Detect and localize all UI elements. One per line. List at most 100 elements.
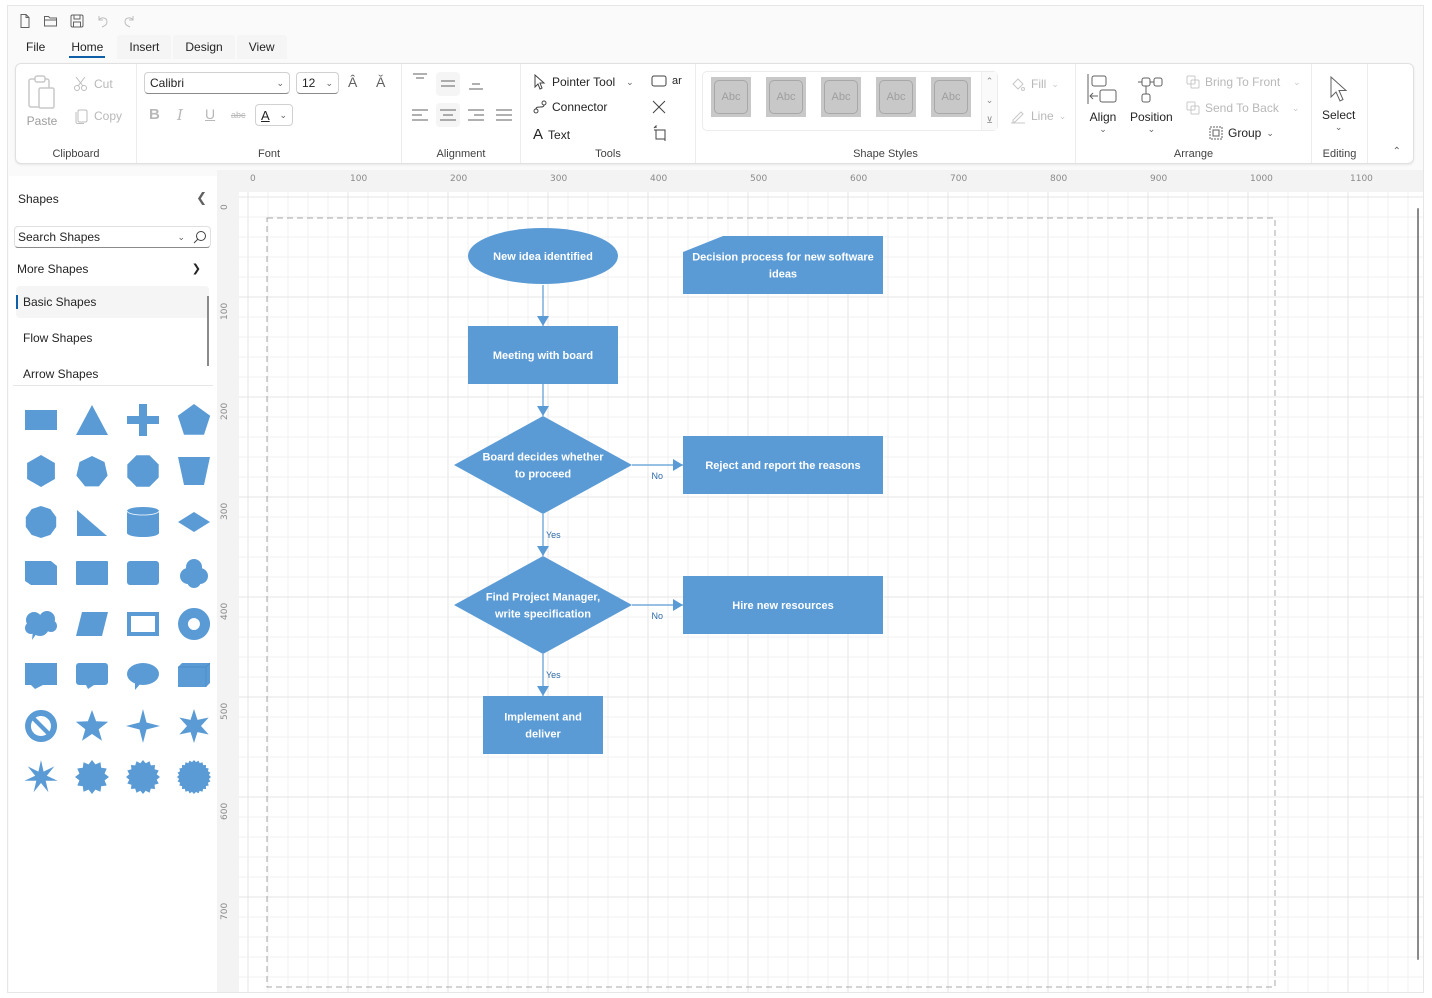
position-button[interactable]: Position ⌄ xyxy=(1130,72,1173,135)
align-right-icon[interactable] xyxy=(466,107,486,123)
shape-cloud[interactable] xyxy=(168,547,219,598)
shape-rectangle-2[interactable] xyxy=(66,547,117,598)
shape-frame[interactable] xyxy=(117,598,168,649)
expand-gallery-icon[interactable]: ⊻ xyxy=(986,115,993,126)
group-button[interactable]: Group ⌄ xyxy=(1209,126,1274,140)
font-family-select[interactable]: Calibri ⌄ xyxy=(144,72,290,94)
chevron-up-icon[interactable]: ⌃ xyxy=(986,76,994,87)
vertical-scrollbar[interactable] xyxy=(1417,208,1419,960)
shape-star-4[interactable] xyxy=(117,700,168,751)
shape-parallelogram[interactable] xyxy=(66,598,117,649)
cube-icon xyxy=(177,662,210,687)
shape-octagon[interactable] xyxy=(117,445,168,496)
more-shapes-item[interactable]: More Shapes ❯ xyxy=(17,262,201,276)
new-file-icon[interactable] xyxy=(16,12,34,30)
shape-star-16[interactable] xyxy=(117,751,168,802)
align-button[interactable]: Align ⌄ xyxy=(1086,72,1120,135)
shape-star-24[interactable] xyxy=(168,751,219,802)
tab-home[interactable]: Home xyxy=(59,35,116,59)
category-flow-shapes[interactable]: Flow Shapes xyxy=(16,322,209,354)
shape-grid xyxy=(15,394,215,802)
rectangle-tool-button[interactable]: ar xyxy=(651,74,682,88)
shape-star-12[interactable] xyxy=(66,751,117,802)
shape-star-5[interactable] xyxy=(66,700,117,751)
undo-icon[interactable] xyxy=(94,12,112,30)
redo-icon[interactable] xyxy=(120,12,138,30)
shape-style-5[interactable]: Abc xyxy=(931,77,971,117)
pointer-tool-button[interactable]: Pointer Tool ⌄ xyxy=(533,74,634,90)
shape-pentagon[interactable] xyxy=(168,394,219,445)
shape-donut[interactable] xyxy=(168,598,219,649)
paste-button[interactable]: Paste xyxy=(26,74,58,128)
cut-button[interactable]: Cut xyxy=(73,76,113,92)
shape-no-symbol[interactable] xyxy=(15,700,66,751)
align-bottom-icon[interactable] xyxy=(466,78,486,94)
italic-button[interactable]: I xyxy=(177,106,183,124)
strikethrough-button[interactable]: abc xyxy=(231,110,246,120)
shape-hexagon[interactable] xyxy=(15,445,66,496)
save-icon[interactable] xyxy=(68,12,86,30)
fill-button[interactable]: Fill ⌄ xyxy=(1010,76,1059,92)
shape-triangle[interactable] xyxy=(66,394,117,445)
category-basic-shapes[interactable]: Basic Shapes xyxy=(16,286,209,318)
search-shapes-input[interactable]: Search Shapes ⌄ xyxy=(14,226,211,248)
tab-file[interactable]: File xyxy=(14,35,57,59)
shape-thought-cloud[interactable] xyxy=(15,598,66,649)
shape-rectangle[interactable] xyxy=(15,394,66,445)
group-icon xyxy=(1209,126,1223,140)
shape-oval-callout[interactable] xyxy=(117,649,168,700)
text-tool-button[interactable]: A Text xyxy=(533,126,570,143)
shape-rectangle-callout[interactable] xyxy=(15,649,66,700)
shape-right-triangle[interactable] xyxy=(66,496,117,547)
search-icon[interactable] xyxy=(193,230,207,244)
crop-rotate-icon[interactable] xyxy=(652,125,668,141)
diagram-surface[interactable]: No Yes No Yes New idea identified Meeting wit… xyxy=(217,170,1423,992)
shape-decagon[interactable] xyxy=(15,496,66,547)
send-to-back-button[interactable]: Send To Back ⌄ xyxy=(1186,101,1299,115)
shape-rounded-rectangle[interactable] xyxy=(117,547,168,598)
justify-icon[interactable] xyxy=(494,107,514,123)
shape-heptagon[interactable] xyxy=(66,445,117,496)
bold-button[interactable]: B xyxy=(149,106,160,123)
category-scrollbar[interactable] xyxy=(207,296,209,366)
bring-to-front-button[interactable]: Bring To Front ⌄ xyxy=(1186,75,1301,89)
underline-button[interactable]: U xyxy=(205,106,215,122)
close-icon[interactable] xyxy=(652,100,666,114)
shape-diamond[interactable] xyxy=(168,496,219,547)
copy-button[interactable]: Copy xyxy=(73,108,122,124)
font-color-button[interactable]: A ⌄ xyxy=(255,104,293,126)
align-middle-button[interactable] xyxy=(436,72,460,96)
open-folder-icon[interactable] xyxy=(42,12,60,30)
shape-star-6[interactable] xyxy=(168,700,219,751)
connector-button[interactable]: Connector xyxy=(533,100,607,114)
chevron-left-icon[interactable]: ❮ xyxy=(196,190,207,206)
shape-snip-rectangle[interactable] xyxy=(15,547,66,598)
select-button[interactable]: Select ⌄ xyxy=(1322,74,1355,133)
line-button[interactable]: Line ⌄ xyxy=(1010,108,1066,124)
collapse-ribbon-icon[interactable]: ⌃ xyxy=(1393,146,1401,157)
shape-style-2[interactable]: Abc xyxy=(766,77,806,117)
align-top-icon[interactable] xyxy=(410,72,430,88)
shrink-font-button[interactable]: Ǎ xyxy=(376,74,385,90)
tab-design[interactable]: Design xyxy=(173,35,235,59)
pen-icon xyxy=(1011,111,1025,124)
shape-star-7[interactable] xyxy=(15,751,66,802)
shape-style-4[interactable]: Abc xyxy=(876,77,916,117)
shape-trapezoid[interactable] xyxy=(168,445,219,496)
chevron-down-icon[interactable]: ⌄ xyxy=(177,232,185,243)
align-center-button[interactable] xyxy=(436,103,460,127)
donut-icon xyxy=(177,607,210,640)
shape-cylinder[interactable] xyxy=(117,496,168,547)
tab-view[interactable]: View xyxy=(236,35,287,59)
chevron-down-icon[interactable]: ⌄ xyxy=(986,95,994,106)
diagram-canvas[interactable]: No Yes No Yes New idea identified Meeting wit… xyxy=(217,170,1423,992)
tab-insert[interactable]: Insert xyxy=(117,35,172,59)
shape-style-1[interactable]: Abc xyxy=(711,77,751,117)
grow-font-button[interactable]: Â xyxy=(348,74,357,90)
font-size-select[interactable]: 12 ⌄ xyxy=(296,72,339,94)
align-left-icon[interactable] xyxy=(410,107,430,123)
shape-cube[interactable] xyxy=(168,649,219,700)
shape-style-3[interactable]: Abc xyxy=(821,77,861,117)
shape-plus[interactable] xyxy=(117,394,168,445)
shape-rounded-callout[interactable] xyxy=(66,649,117,700)
